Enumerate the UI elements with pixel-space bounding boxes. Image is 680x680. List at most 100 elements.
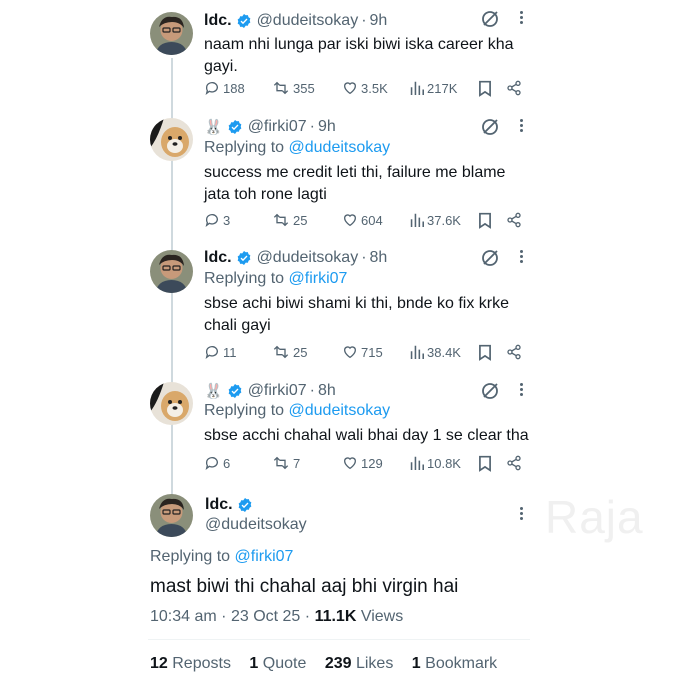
share-icon[interactable] <box>506 212 522 228</box>
views-button[interactable]: 38.4K <box>410 344 461 360</box>
replying-handle[interactable]: @firki07 <box>289 270 348 287</box>
timestamp[interactable]: 8h <box>370 249 388 267</box>
tweet-text: sbse achi biwi shami ki thi, bnde ko fix… <box>204 295 510 334</box>
views-button[interactable]: 37.6K <box>410 212 461 228</box>
avatar-dudeitsokay-main[interactable] <box>150 494 193 537</box>
like-button[interactable]: 129 <box>342 455 383 471</box>
more-icon[interactable] <box>518 505 524 525</box>
repost-icon <box>273 213 289 227</box>
reposts-label: Reposts <box>172 655 231 672</box>
replying-label: Replying to <box>150 548 231 565</box>
tweet-4[interactable]: 🐰 @firki07 · 8h Replying to @dudeitsokay… <box>138 380 542 480</box>
bookmark-icon[interactable] <box>478 455 492 472</box>
like-icon <box>343 82 357 95</box>
share-icon[interactable] <box>506 80 522 96</box>
grok-icon[interactable] <box>480 117 500 137</box>
repost-button[interactable]: 25 <box>272 344 307 360</box>
repost-button[interactable]: 355 <box>272 80 315 96</box>
bookmarks-stat[interactable]: 1 Bookmark <box>412 655 497 672</box>
tweet-date[interactable]: 23 Oct 25 <box>231 608 300 625</box>
timestamp[interactable]: 8h <box>318 382 336 400</box>
reply-count: 11 <box>223 344 237 360</box>
views-button[interactable]: 217K <box>410 80 457 96</box>
grok-icon[interactable] <box>480 9 500 29</box>
repost-button[interactable]: 25 <box>272 212 307 228</box>
tweet-2[interactable]: 🐰 @firki07 · 9h Replying to @dudeitsokay… <box>138 116 542 236</box>
share-icon[interactable] <box>506 344 522 360</box>
repost-icon <box>273 81 289 95</box>
avatar-firki07[interactable] <box>150 382 193 425</box>
like-count: 3.5K <box>361 80 388 96</box>
avatar-dudeitsokay[interactable] <box>150 12 193 55</box>
like-button[interactable]: 715 <box>342 344 383 360</box>
handle[interactable]: @dudeitsokay <box>257 249 359 267</box>
tweet-3[interactable]: ldc. @dudeitsokay · 8h Replying to @firk… <box>138 247 542 367</box>
like-button[interactable]: 3.5K <box>342 80 388 96</box>
display-name[interactable]: ldc. <box>204 249 232 267</box>
more-icon[interactable] <box>518 117 524 137</box>
views-count: 217K <box>427 80 458 96</box>
grok-icon[interactable] <box>480 381 500 401</box>
handle[interactable]: @dudeitsokay <box>257 12 359 30</box>
repost-button[interactable]: 7 <box>272 455 300 471</box>
separator-dot: · <box>309 382 315 399</box>
quotes-stat[interactable]: 1 Quote <box>249 655 306 672</box>
replying-to: Replying to @dudeitsokay <box>204 402 390 420</box>
display-name-emoji[interactable]: 🐰 <box>204 118 223 136</box>
share-icon[interactable] <box>506 455 522 471</box>
bookmarks-label: Bookmark <box>425 655 498 672</box>
tweet-1[interactable]: ldc. @dudeitsokay · 9h naam nhi lunga pa… <box>138 8 542 108</box>
replying-handle[interactable]: @dudeitsokay <box>289 402 391 419</box>
handle[interactable]: @firki07 <box>248 118 307 136</box>
reply-icon <box>205 457 218 470</box>
display-name[interactable]: ldc. <box>204 12 232 30</box>
quotes-label: Quote <box>262 655 307 672</box>
views-icon <box>410 345 424 359</box>
handle[interactable]: @firki07 <box>248 382 307 400</box>
reposts-count: 12 <box>150 655 168 672</box>
more-icon[interactable] <box>518 9 524 29</box>
repost-count: 25 <box>293 344 308 360</box>
likes-count: 239 <box>324 655 352 672</box>
display-name-emoji[interactable]: 🐰 <box>204 382 223 400</box>
more-icon[interactable] <box>518 381 524 401</box>
tweet-text: success me credit leti thi, failure me b… <box>204 164 506 203</box>
replying-label: Replying to <box>204 402 285 419</box>
views-button[interactable]: 10.8K <box>410 455 461 471</box>
verified-badge-icon <box>237 14 250 28</box>
replying-handle[interactable]: @firki07 <box>235 548 294 565</box>
timestamp[interactable]: 9h <box>370 12 388 30</box>
replying-to: Replying to @firki07 <box>204 270 347 288</box>
tweet-header: ldc. @dudeitsokay · 8h <box>204 247 387 269</box>
avatar-dudeitsokay[interactable] <box>150 250 193 293</box>
bookmark-icon[interactable] <box>478 212 492 229</box>
bookmark-icon[interactable] <box>478 344 492 361</box>
verified-badge-icon <box>238 498 251 512</box>
repost-icon <box>273 456 289 470</box>
tweet-time[interactable]: 10:34 am <box>150 608 217 625</box>
tweet-header: 🐰 @firki07 · 9h <box>204 116 336 138</box>
like-button[interactable]: 604 <box>342 212 383 228</box>
separator-dot: · <box>309 118 315 135</box>
reply-button[interactable]: 3 <box>204 212 230 228</box>
main-handle[interactable]: @dudeitsokay <box>205 516 307 534</box>
verified-badge-icon <box>228 120 242 134</box>
tweet-text: naam nhi lunga par iski biwi iska career… <box>204 36 514 75</box>
reply-button[interactable]: 188 <box>204 80 245 96</box>
likes-stat[interactable]: 239 Likes <box>325 655 394 672</box>
bookmark-icon[interactable] <box>478 80 492 97</box>
repost-count: 7 <box>293 455 301 471</box>
timestamp[interactable]: 9h <box>318 118 336 136</box>
display-name[interactable]: ldc. <box>205 496 233 514</box>
replying-handle[interactable]: @dudeitsokay <box>289 139 391 156</box>
reposts-stat[interactable]: 12 Reposts <box>150 655 231 672</box>
separator-dot: · <box>361 12 367 29</box>
like-count: 604 <box>361 212 383 228</box>
reply-button[interactable]: 6 <box>204 455 230 471</box>
reply-icon <box>205 214 218 227</box>
replying-label: Replying to <box>204 270 285 287</box>
reply-button[interactable]: 11 <box>204 344 237 360</box>
avatar-firki07[interactable] <box>150 118 193 161</box>
more-icon[interactable] <box>518 248 524 268</box>
grok-icon[interactable] <box>480 248 500 268</box>
